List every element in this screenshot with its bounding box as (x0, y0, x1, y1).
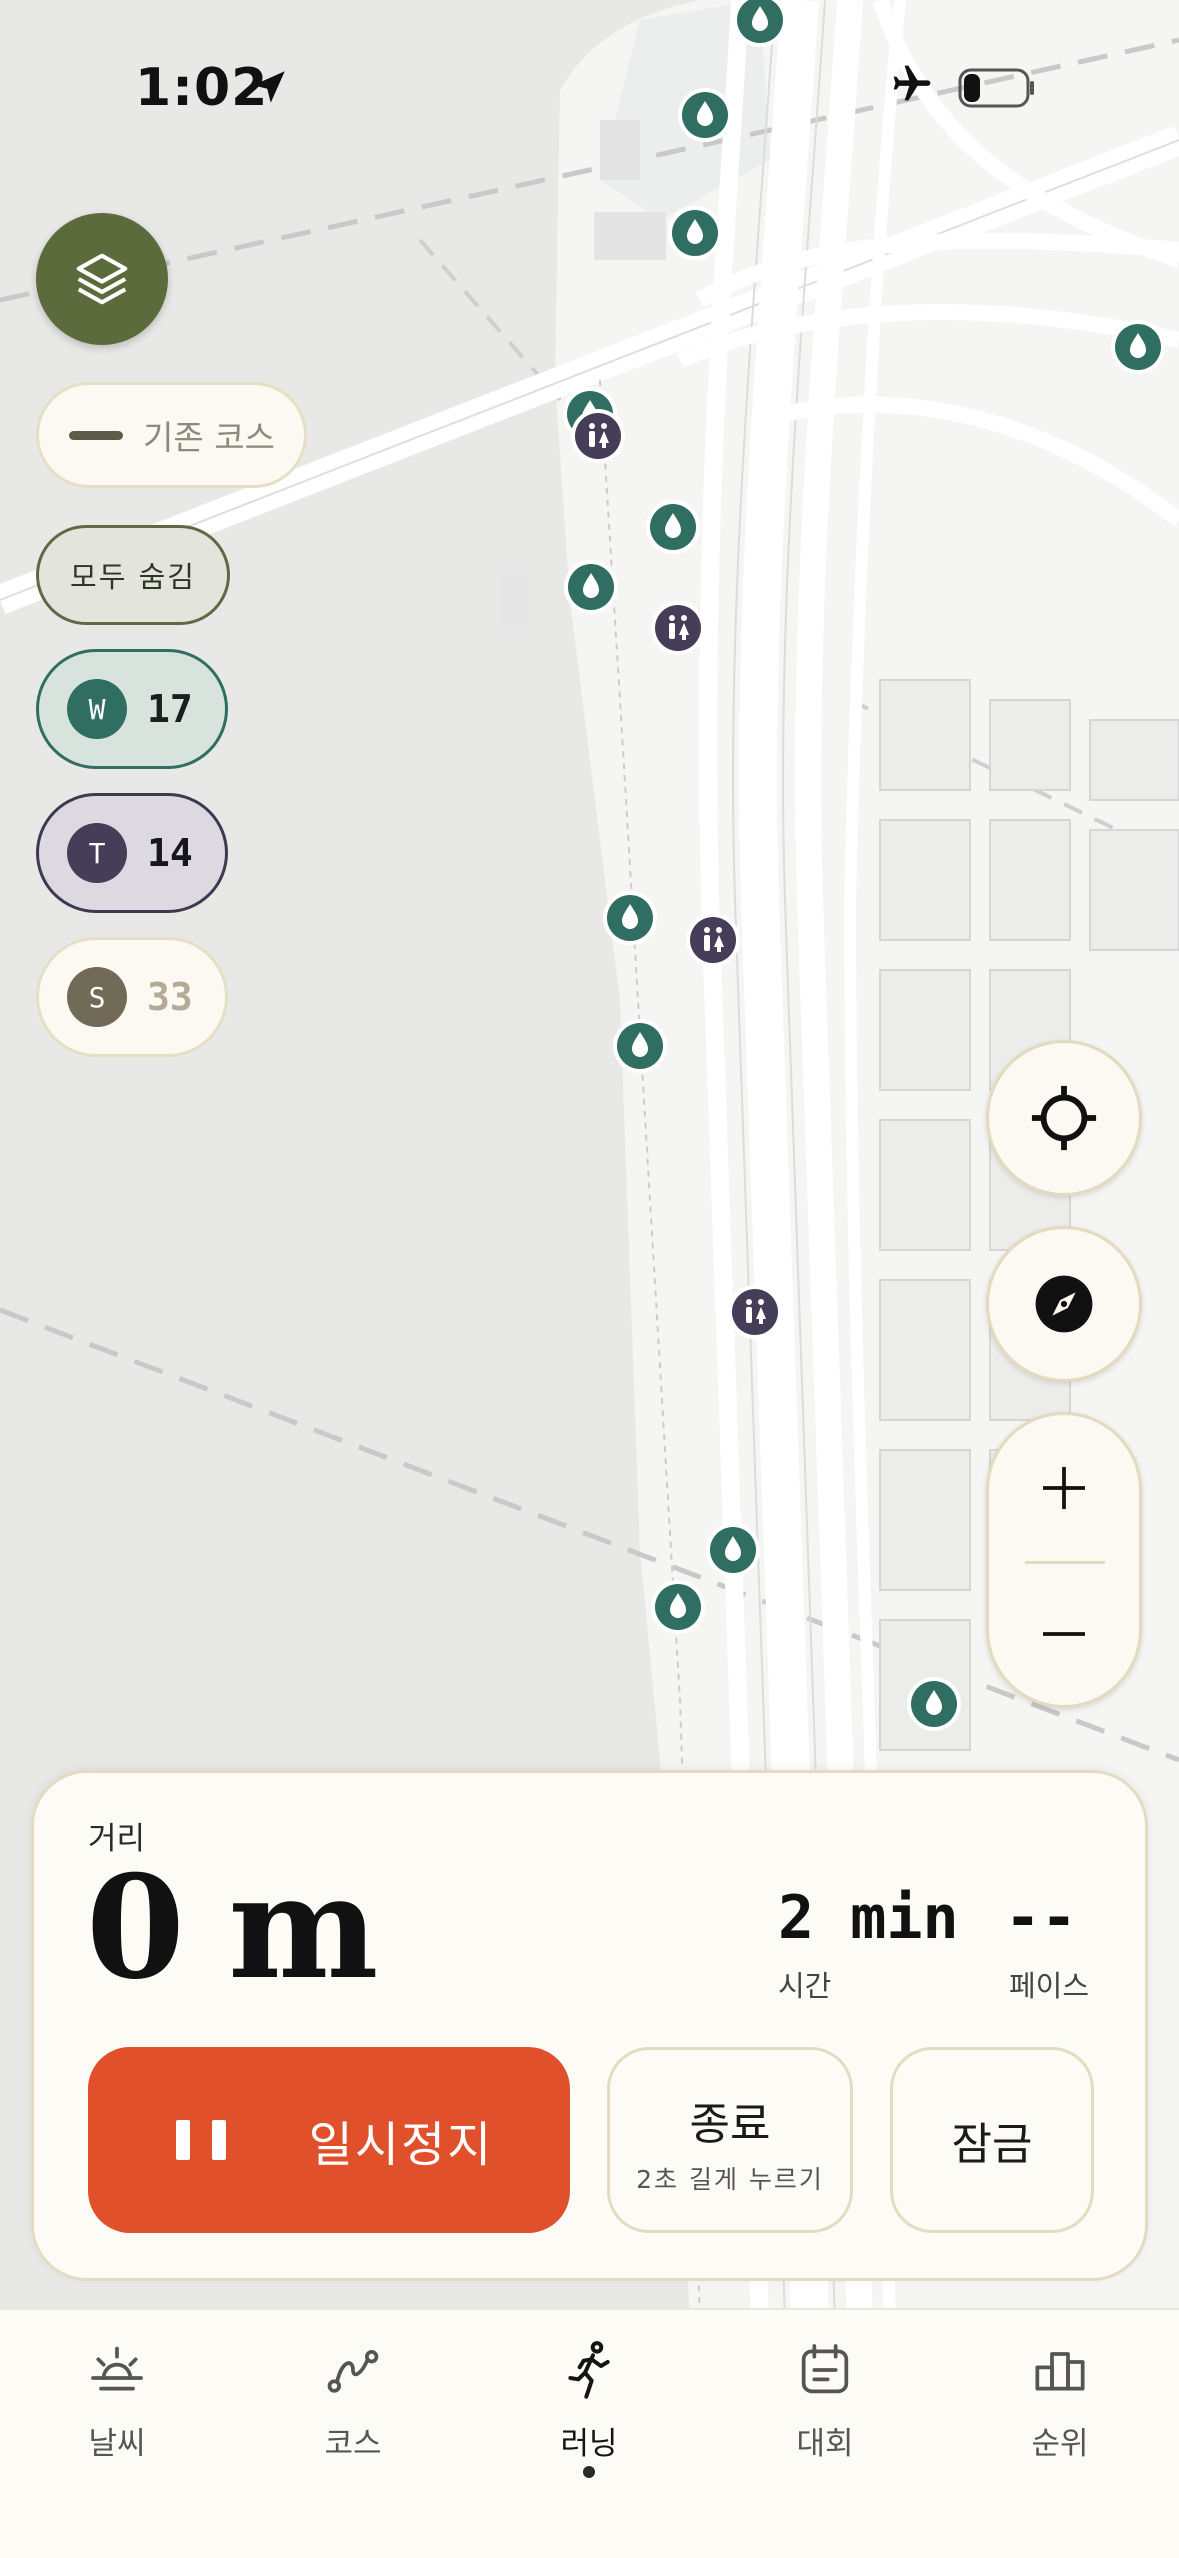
water-filter-count: 17 (147, 687, 193, 731)
lock-label: 잠금 (951, 2119, 1033, 2170)
sun-horizon-icon (91, 2346, 143, 2391)
water-filter-badge: W (67, 679, 127, 739)
end-run-button[interactable]: 종료 2초 길게 누르기 (607, 2047, 853, 2233)
hide-all-button[interactable]: 모두 숨김 (36, 525, 230, 625)
run-panel: 거리 0 m 2 min 시간 -- 페이스 일시정지 종료 2초 길게 누르기… (31, 1770, 1148, 2281)
active-tab-indicator (583, 2466, 595, 2478)
tab-weather[interactable]: 날씨 (42, 2338, 192, 2478)
zoom-control (986, 1412, 1142, 1708)
tab-course-label: 코스 (324, 2426, 382, 2462)
tab-bar: 날씨 코스 러닝 대회 순위 (0, 2308, 1179, 2558)
pause-label: 일시정지 (308, 2117, 494, 2173)
crosshair-icon (1031, 1085, 1097, 1151)
store-filter-count: 33 (147, 975, 193, 1019)
course-line-icon (69, 430, 123, 440)
tab-events[interactable]: 대회 (750, 2338, 900, 2478)
lock-button[interactable]: 잠금 (890, 2047, 1094, 2233)
tab-running[interactable]: 러닝 (514, 2338, 664, 2478)
route-icon (327, 2349, 379, 2393)
pace-label: 페이스 (1008, 1969, 1089, 2003)
pace-value: -- (1004, 1883, 1077, 1953)
tab-ranking[interactable]: 순위 (985, 2338, 1135, 2478)
runner-icon (568, 2341, 610, 2399)
compass-icon (1035, 1275, 1093, 1333)
toilet-filter-count: 14 (147, 831, 193, 875)
battery-icon (958, 68, 1034, 108)
pause-button[interactable]: 일시정지 (88, 2047, 570, 2233)
elapsed-time-label: 시간 (778, 1969, 832, 2003)
minus-icon (1043, 1632, 1085, 1636)
tab-weather-label: 날씨 (88, 2426, 146, 2462)
hide-all-label: 모두 숨김 (70, 560, 196, 594)
existing-course-toggle[interactable]: 기존 코스 (36, 382, 307, 488)
elapsed-time-value: 2 min (778, 1883, 959, 1953)
water-filter-toggle[interactable]: W 17 (36, 649, 228, 769)
distance-value: 0 m (86, 1845, 378, 2011)
current-location-button[interactable] (986, 1040, 1142, 1196)
layers-button[interactable] (36, 213, 168, 345)
layers-icon (76, 253, 128, 305)
tab-events-label: 대회 (796, 2426, 854, 2462)
store-filter-badge: S (67, 967, 127, 1027)
status-bar: 1:02 (0, 52, 1179, 132)
zoom-out-button[interactable] (989, 1561, 1139, 1707)
calendar-icon (801, 2344, 849, 2394)
store-filter-toggle[interactable]: S 33 (36, 937, 228, 1057)
end-label: 종료 (689, 2099, 771, 2150)
toilet-filter-toggle[interactable]: T 14 (36, 793, 228, 913)
existing-course-label: 기존 코스 (143, 418, 275, 457)
tab-course[interactable]: 코스 (278, 2338, 428, 2478)
compass-button[interactable] (986, 1226, 1142, 1382)
plus-icon (1043, 1467, 1085, 1509)
zoom-in-button[interactable] (989, 1415, 1139, 1561)
tab-running-label: 러닝 (560, 2426, 618, 2462)
airplane-mode-icon (893, 65, 931, 101)
toilet-filter-badge: T (67, 823, 127, 883)
pause-icon (165, 2120, 237, 2160)
podium-icon (1035, 2352, 1085, 2391)
tab-ranking-label: 순위 (1031, 2426, 1089, 2462)
end-hint: 2초 길게 누르기 (636, 2165, 824, 2194)
location-arrow-icon (253, 71, 285, 103)
